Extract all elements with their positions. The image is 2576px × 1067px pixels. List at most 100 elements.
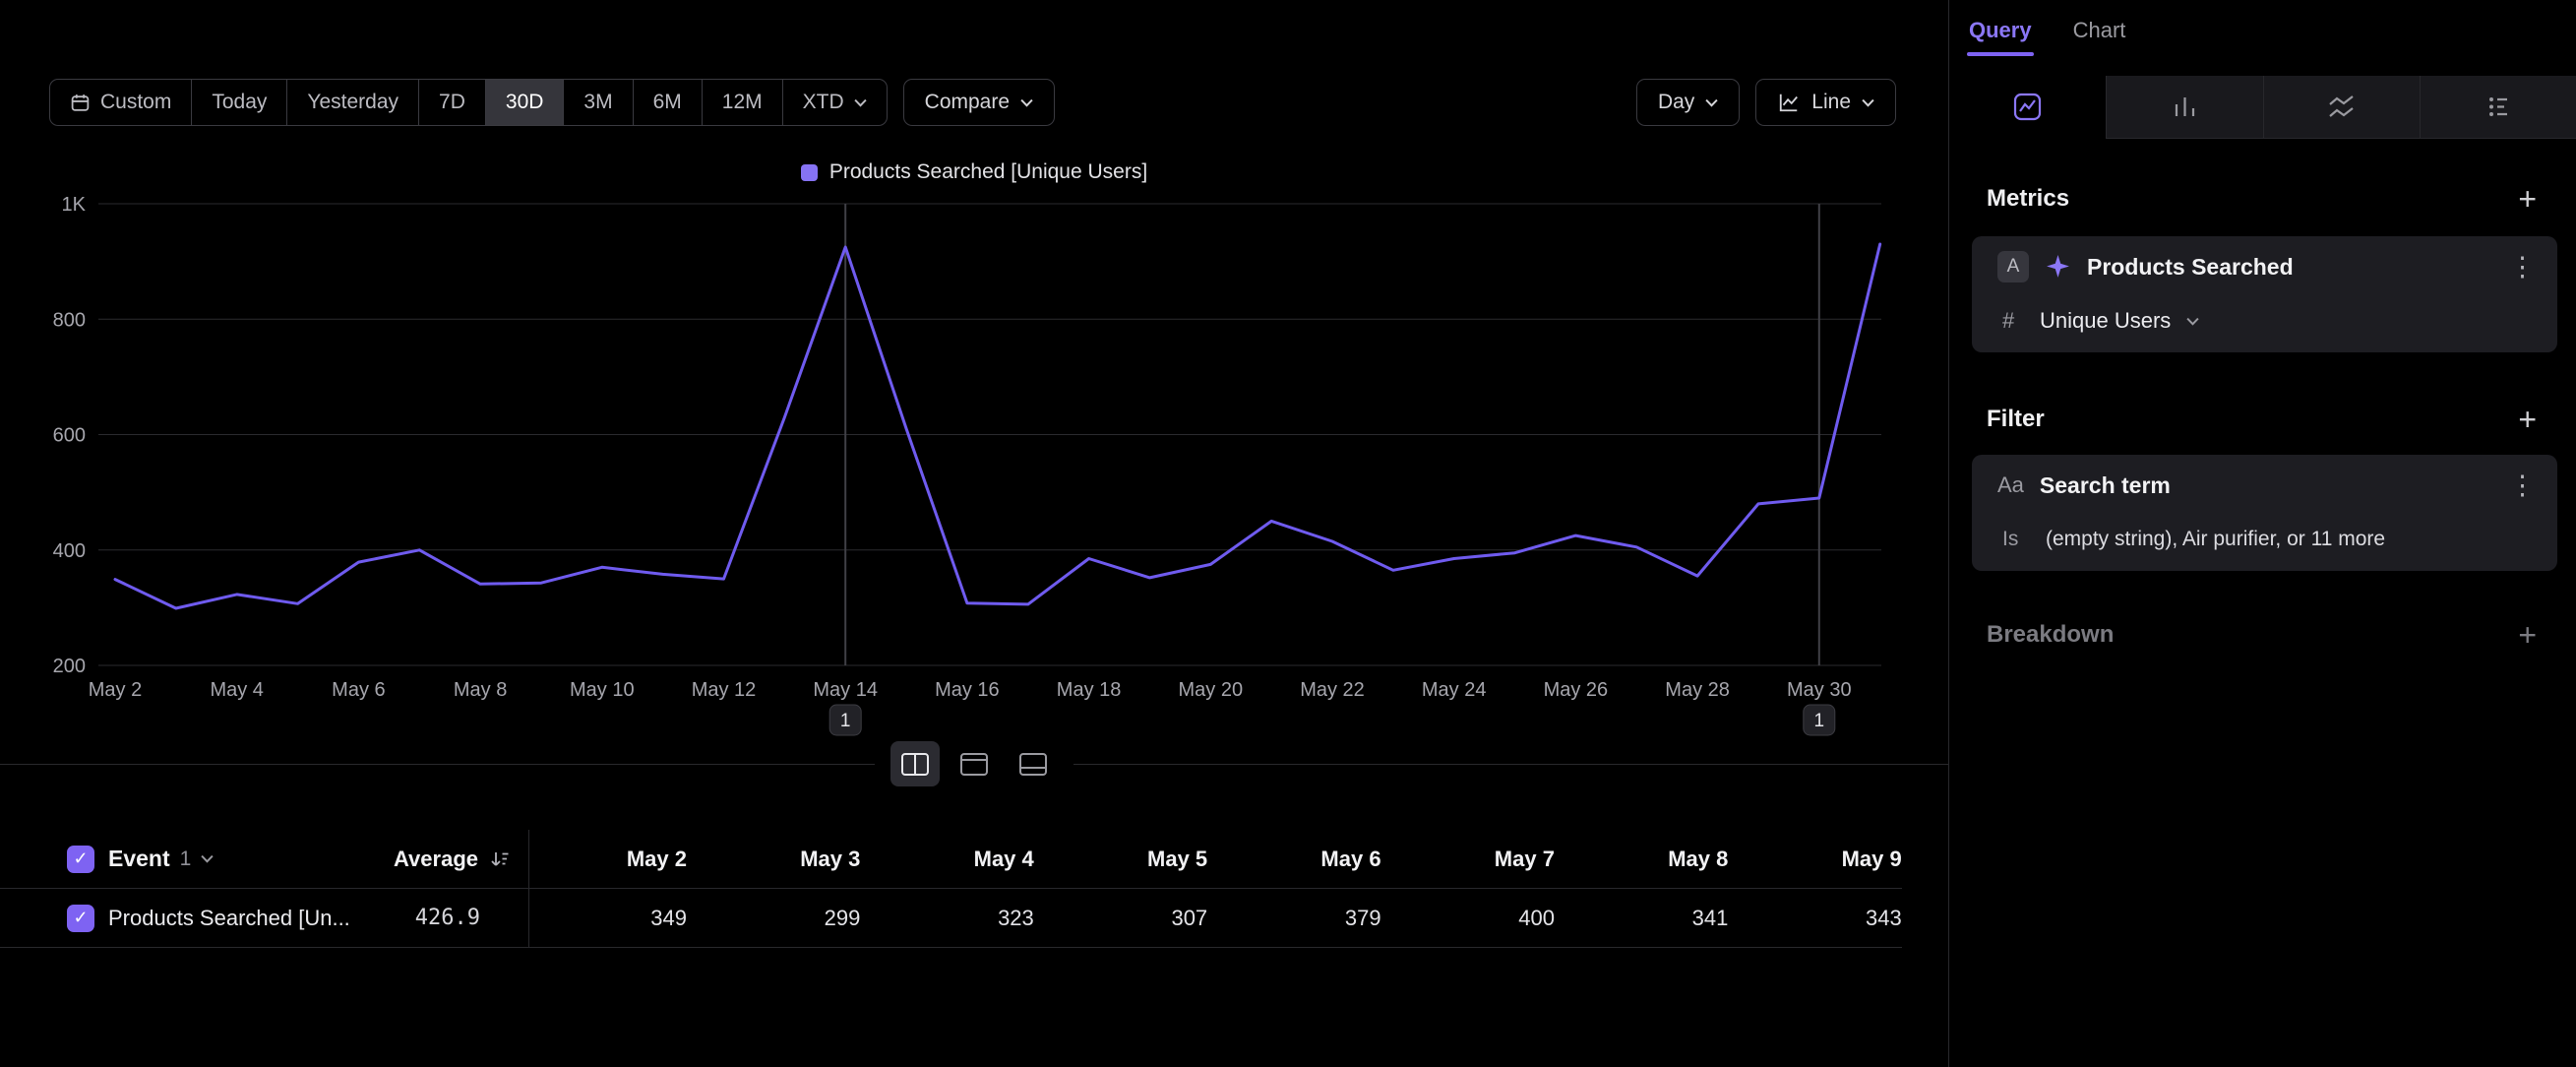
metric-card-main-row: A Products Searched ⋮ (1972, 236, 2557, 297)
event-count: 1 (180, 847, 192, 871)
value-cell: 400 (1381, 906, 1555, 931)
svg-text:May 24: May 24 (1422, 679, 1487, 701)
tab-query[interactable]: Query (1969, 18, 2032, 43)
filter-card-main-row: Aa Search term ⋮ (1972, 455, 2557, 516)
layout-toggle-group (875, 741, 1073, 786)
add-filter-button[interactable]: + (2518, 405, 2537, 434)
svg-text:May 30: May 30 (1787, 679, 1852, 701)
layout-chart-only-button[interactable] (950, 741, 999, 786)
value-cell: 323 (860, 906, 1033, 931)
measure-selector[interactable]: Unique Users (2040, 308, 2171, 334)
legend-label: Products Searched [Unique Users] (829, 160, 1147, 184)
date-column-header: May 3 (687, 847, 860, 872)
data-table: ✓ Event 1 Average May 2May 3May 4May 5Ma… (0, 830, 1902, 948)
svg-text:600: 600 (53, 425, 86, 447)
svg-text:1: 1 (840, 711, 851, 731)
chevron-down-icon[interactable] (2186, 317, 2199, 326)
event-label: Event (108, 846, 170, 872)
table-row-left: ✓ Products Searched [Un... 426.9 (0, 889, 529, 947)
date-column-header: May 5 (1034, 847, 1207, 872)
date-column-header: May 8 (1555, 847, 1728, 872)
viz-tab-line[interactable] (1949, 76, 2106, 139)
chevron-down-icon (201, 854, 214, 863)
value-cell: 379 (1207, 906, 1380, 931)
filter-property-name[interactable]: Search term (2040, 472, 2493, 499)
event-selector[interactable]: Event 1 (108, 846, 214, 872)
sidebar-tabs: Query Chart (1969, 18, 2125, 43)
layout-bottom-panel-button[interactable] (1009, 741, 1058, 786)
table-header-row: ✓ Event 1 Average May 2May 3May 4May 5Ma… (0, 830, 1902, 889)
filter-condition-row: Is (empty string), Air purifier, or 11 m… (1972, 516, 2557, 563)
filter-operator[interactable]: Is (2002, 528, 2030, 551)
date-column-header: May 9 (1728, 847, 1901, 872)
query-sidebar: Query Chart Metrics + A P (1948, 0, 2576, 1067)
series-name[interactable]: Products Searched [Un... (108, 906, 350, 931)
svg-text:May 20: May 20 (1179, 679, 1244, 701)
breakdown-section-header: Breakdown + (1987, 619, 2537, 651)
layout-split-button[interactable] (890, 741, 940, 786)
filter-title: Filter (1987, 406, 2045, 433)
bar-chart-tab-icon (2170, 92, 2200, 122)
metric-measure-row: # Unique Users (1972, 297, 2557, 345)
add-metric-button[interactable]: + (2518, 184, 2537, 214)
value-cell: 307 (1034, 906, 1207, 931)
app-root: CustomTodayYesterday7D30D3M6M12MXTD Comp… (0, 0, 2576, 1067)
svg-text:May 2: May 2 (89, 679, 142, 701)
svg-text:May 8: May 8 (454, 679, 507, 701)
svg-text:May 4: May 4 (210, 679, 263, 701)
svg-text:200: 200 (53, 656, 86, 677)
number-type-icon: # (2002, 308, 2024, 334)
svg-text:May 16: May 16 (935, 679, 1000, 701)
viz-tab-metric[interactable] (2420, 76, 2576, 139)
date-column-header: May 2 (529, 847, 687, 872)
value-cell: 349 (529, 906, 687, 931)
filter-value[interactable]: (empty string), Air purifier, or 11 more (2046, 528, 2385, 551)
breakdown-title: Breakdown (1987, 621, 2114, 649)
add-breakdown-button[interactable]: + (2518, 620, 2537, 650)
svg-text:May 6: May 6 (332, 679, 385, 701)
svg-text:May 22: May 22 (1300, 679, 1365, 701)
line-chart-tab-icon (2012, 92, 2043, 122)
svg-text:800: 800 (53, 309, 86, 331)
metric-menu-button[interactable]: ⋮ (2509, 254, 2536, 281)
event-sparkle-icon (2045, 254, 2071, 281)
average-value: 426.9 (415, 906, 528, 930)
metric-name[interactable]: Products Searched (2087, 254, 2493, 281)
viz-tab-stacked[interactable] (2263, 76, 2421, 139)
svg-text:1: 1 (1814, 711, 1825, 731)
date-column-header: May 4 (860, 847, 1033, 872)
layout-full-icon (958, 751, 990, 778)
svg-text:May 26: May 26 (1544, 679, 1609, 701)
average-sort-control[interactable]: Average (394, 847, 528, 872)
series-letter-badge: A (1997, 251, 2029, 282)
filter-menu-button[interactable]: ⋮ (2509, 472, 2536, 499)
svg-text:May 28: May 28 (1665, 679, 1730, 701)
svg-text:May 12: May 12 (692, 679, 757, 701)
table-row-values: 349299323307379400341343 (529, 889, 1902, 947)
tab-chart[interactable]: Chart (2073, 18, 2126, 43)
value-cell: 299 (687, 906, 860, 931)
select-all-checkbox[interactable]: ✓ (67, 846, 94, 873)
value-cell: 341 (1555, 906, 1728, 931)
row-checkbox[interactable]: ✓ (67, 905, 94, 932)
viz-type-tabs (1949, 76, 2576, 139)
stacked-chart-tab-icon (2326, 92, 2357, 122)
svg-text:May 18: May 18 (1057, 679, 1122, 701)
legend-swatch (801, 164, 818, 181)
viz-tab-bar[interactable] (2106, 76, 2263, 139)
filter-card[interactable]: Aa Search term ⋮ Is (empty string), Air … (1972, 455, 2557, 571)
svg-text:May 10: May 10 (570, 679, 635, 701)
table-date-headers: May 2May 3May 4May 5May 6May 7May 8May 9 (529, 830, 1902, 888)
svg-text:400: 400 (53, 540, 86, 562)
sort-icon (488, 847, 512, 871)
metric-tab-icon (2484, 92, 2514, 122)
metric-card[interactable]: A Products Searched ⋮ # Unique Users (1972, 236, 2557, 352)
line-chart-svg: 1K800600400200May 2May 4May 6May 8May 10… (0, 0, 1948, 778)
svg-text:May 14: May 14 (813, 679, 878, 701)
filter-section-header: Filter + (1987, 404, 2537, 435)
chart-legend[interactable]: Products Searched [Unique Users] (0, 160, 1948, 184)
value-cell: 343 (1728, 906, 1901, 931)
layout-split-icon (899, 751, 931, 778)
main-area: CustomTodayYesterday7D30D3M6M12MXTD Comp… (0, 0, 1948, 1067)
date-column-header: May 7 (1381, 847, 1555, 872)
